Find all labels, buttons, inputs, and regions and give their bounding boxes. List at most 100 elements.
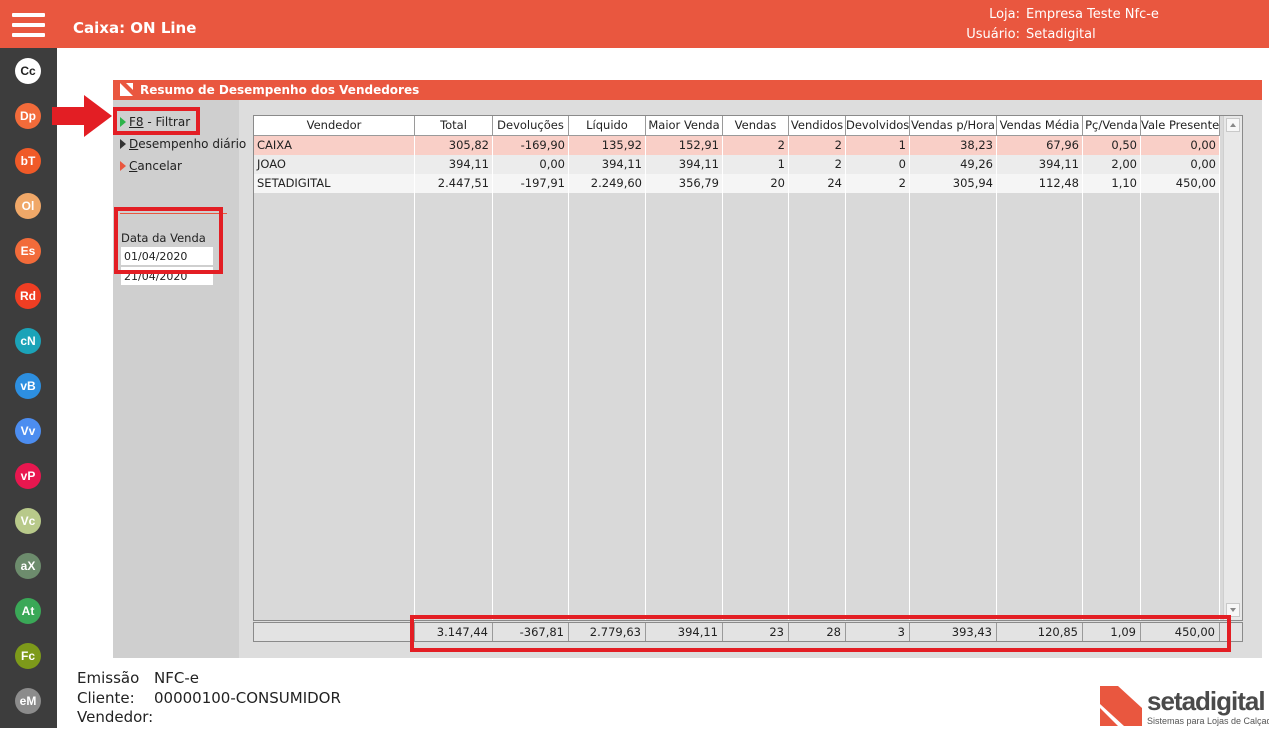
column-header[interactable]: Vendidos (789, 116, 846, 136)
sidebar-app-dp-icon[interactable]: Dp (15, 103, 41, 129)
desempenho-diario-menu-item[interactable]: Desempenho diário (120, 137, 246, 151)
table-cell: 0 (898, 157, 906, 171)
sidebar-app-vb-icon[interactable]: vB (15, 373, 41, 399)
play-icon (120, 139, 126, 149)
table-cell: 1 (777, 157, 785, 171)
table-cell: 112,48 (1038, 176, 1079, 190)
table-cell: 2,00 (1111, 157, 1137, 171)
sidebar-app-fc-icon[interactable]: Fc (15, 643, 41, 669)
logo-tagline: Sistemas para Lojas de Calçados (1147, 716, 1269, 726)
cancelar-menu-item[interactable]: Cancelar (120, 159, 182, 173)
grid-column-line (788, 136, 789, 620)
column-header[interactable]: Pç/Venda (1083, 116, 1141, 136)
column-header[interactable]: Líquido (569, 116, 646, 136)
vertical-scrollbar[interactable] (1223, 116, 1242, 620)
sidebar-app-vv-icon[interactable]: Vv (15, 418, 41, 444)
panel-title-bar: Resumo de Desempenho dos Vendedores (113, 80, 1262, 100)
column-header[interactable]: Maior Venda (646, 116, 723, 136)
table-cell: 38,23 (960, 138, 993, 152)
grid-column-line (909, 136, 910, 620)
table-cell: 2 (898, 176, 906, 190)
column-header[interactable]: Vendedor (254, 116, 415, 136)
table-cell: 2 (834, 138, 842, 152)
panel-title: Resumo de Desempenho dos Vendedores (140, 83, 420, 97)
panel-logo-icon (120, 83, 133, 96)
logo-name: setadigital (1147, 686, 1266, 716)
table-cell: 20 (770, 176, 785, 190)
table-cell: 305,82 (448, 138, 489, 152)
grid-column-line (1219, 136, 1220, 620)
table-row[interactable]: JOAO 394,11 0,00 394,11 394,11 1 2 0 49,26 394,11… (254, 155, 1220, 174)
table-cell: 394,11 (601, 157, 642, 171)
table-row[interactable]: CAIXA 305,82 -169,90 135,92 152,91 2 2 1 38,23 67… (254, 136, 1220, 155)
grid-column-line (645, 136, 646, 620)
table-cell: -197,91 (520, 176, 565, 190)
grid-column-line (568, 136, 569, 620)
table-cell: 2.249,60 (590, 176, 642, 190)
scroll-up-button[interactable] (1226, 118, 1240, 132)
column-header[interactable]: Total (415, 116, 493, 136)
sidebar: Cc Dp bT Ol Es Rd cN vB Vv vP Vc aX At Fc eM (0, 48, 57, 728)
highlight-filtrar (113, 107, 200, 135)
grid-column-line (845, 136, 846, 620)
sidebar-app-ax-icon[interactable]: aX (15, 553, 41, 579)
grid-column-line (492, 136, 493, 620)
column-header[interactable]: Devolvidos (846, 116, 910, 136)
emissao-label: Emissão (77, 669, 140, 687)
table-cell: 0,50 (1111, 138, 1137, 152)
highlight-date (114, 207, 223, 274)
table-row[interactable]: SETADIGITAL 2.447,51 -197,91 2.249,60 356,79… (254, 174, 1220, 193)
sidebar-app-vc-icon[interactable]: Vc (15, 508, 41, 534)
grid-column-line (414, 136, 415, 620)
cliente-value: 00000100-CONSUMIDOR (154, 689, 341, 707)
table-cell: 1,10 (1111, 176, 1137, 190)
sidebar-app-cn-icon[interactable]: cN (15, 328, 41, 354)
table-cell: 24 (827, 176, 842, 190)
play-icon (120, 161, 126, 171)
column-header[interactable]: Devoluções (493, 116, 569, 136)
table-cell: 305,94 (952, 176, 993, 190)
setadigital-logo-icon (1100, 686, 1142, 726)
table-cell: 67,96 (1046, 138, 1079, 152)
filter-sidebar: F8 - Filtrar Desempenho diário Cancelar … (113, 100, 246, 658)
table-cell: 394,11 (678, 157, 719, 171)
sidebar-app-cc-icon[interactable]: Cc (15, 58, 41, 84)
sidebar-app-bt-icon[interactable]: bT (15, 148, 41, 174)
vendedor-label: Vendedor: (77, 708, 154, 726)
totals-label-cell (254, 623, 415, 641)
grid-column-line (722, 136, 723, 620)
table-cell: 2 (834, 157, 842, 171)
table-cell: 152,91 (678, 138, 719, 152)
top-bar: Caixa: ON Line Loja: Empresa Teste Nfc-e… (0, 0, 1269, 48)
grid-column-line (996, 136, 997, 620)
table-cell: 0,00 (1190, 157, 1216, 171)
sidebar-app-rd-icon[interactable]: Rd (15, 283, 41, 309)
sidebar-app-em-icon[interactable]: eM (15, 688, 41, 714)
column-header[interactable]: Vale Presente (1141, 116, 1220, 136)
column-header[interactable]: Vendas Média (997, 116, 1083, 136)
table-cell: 1 (898, 138, 906, 152)
table-cell: CAIXA (257, 138, 293, 152)
desempenho-label: esempenho diário (138, 137, 247, 151)
column-header[interactable]: Vendas (723, 116, 789, 136)
sidebar-app-es-icon[interactable]: Es (15, 238, 41, 264)
app-title: Caixa: ON Line (73, 19, 197, 37)
table-cell: 356,79 (678, 176, 719, 190)
highlight-totals (410, 615, 1231, 652)
sidebar-app-vp-icon[interactable]: vP (15, 463, 41, 489)
table-cell: 49,26 (960, 157, 993, 171)
usuario-label: Usuário: (966, 27, 1020, 42)
table-cell: SETADIGITAL (257, 176, 331, 190)
loja-label: Loja: (989, 7, 1020, 22)
sidebar-app-ol-icon[interactable]: Ol (15, 193, 41, 219)
performance-panel: Resumo de Desempenho dos Vendedores F8 -… (113, 80, 1262, 658)
setadigital-logo: setadigital Sistemas para Lojas de Calça… (1100, 686, 1269, 726)
sidebar-app-at-icon[interactable]: At (15, 598, 41, 624)
grid-column-line (1140, 136, 1141, 620)
hamburger-menu-icon[interactable] (12, 13, 45, 41)
table-cell: 0,00 (539, 157, 565, 171)
table-cell: 135,92 (601, 138, 642, 152)
desempenho-key: D (129, 137, 139, 151)
column-header[interactable]: Vendas p/Hora (910, 116, 997, 136)
cancelar-label: ancelar (137, 159, 182, 173)
